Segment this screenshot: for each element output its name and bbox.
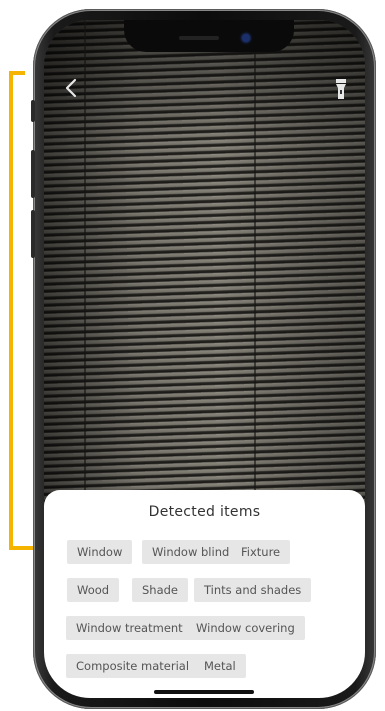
chip-metal[interactable]: Metal [194,654,246,678]
chip-composite-material[interactable]: Composite material [66,654,200,678]
sheet-title: Detected items [148,504,261,520]
chip-tints-and-shades[interactable]: Tints and shades [194,578,312,602]
chip-window[interactable]: Window [67,540,133,564]
chip-window-blind[interactable]: Window blind [142,540,240,564]
chip-fixture[interactable]: Fixture [231,540,291,564]
chip-window-covering[interactable]: Window covering [186,616,305,640]
phone-volume-up [31,150,35,198]
front-camera [242,34,250,42]
phone-mute-switch [31,100,35,122]
annotation-bracket [9,71,13,550]
detected-items-sheet: Detected items Window Window blind Fixtu… [44,490,365,698]
chip-window-treatment[interactable]: Window treatment [66,616,193,640]
flashlight-icon [336,79,346,99]
chip-wood[interactable]: Wood [67,578,120,602]
flashlight-button[interactable] [334,78,352,102]
chip-shade[interactable]: Shade [132,578,189,602]
back-button[interactable] [64,78,84,102]
chevron-left-icon [65,78,77,98]
home-indicator [154,690,254,694]
phone-screen: Detected items Window Window blind Fixtu… [44,20,365,698]
phone-volume-down [31,210,35,258]
speaker-grille [179,36,219,40]
